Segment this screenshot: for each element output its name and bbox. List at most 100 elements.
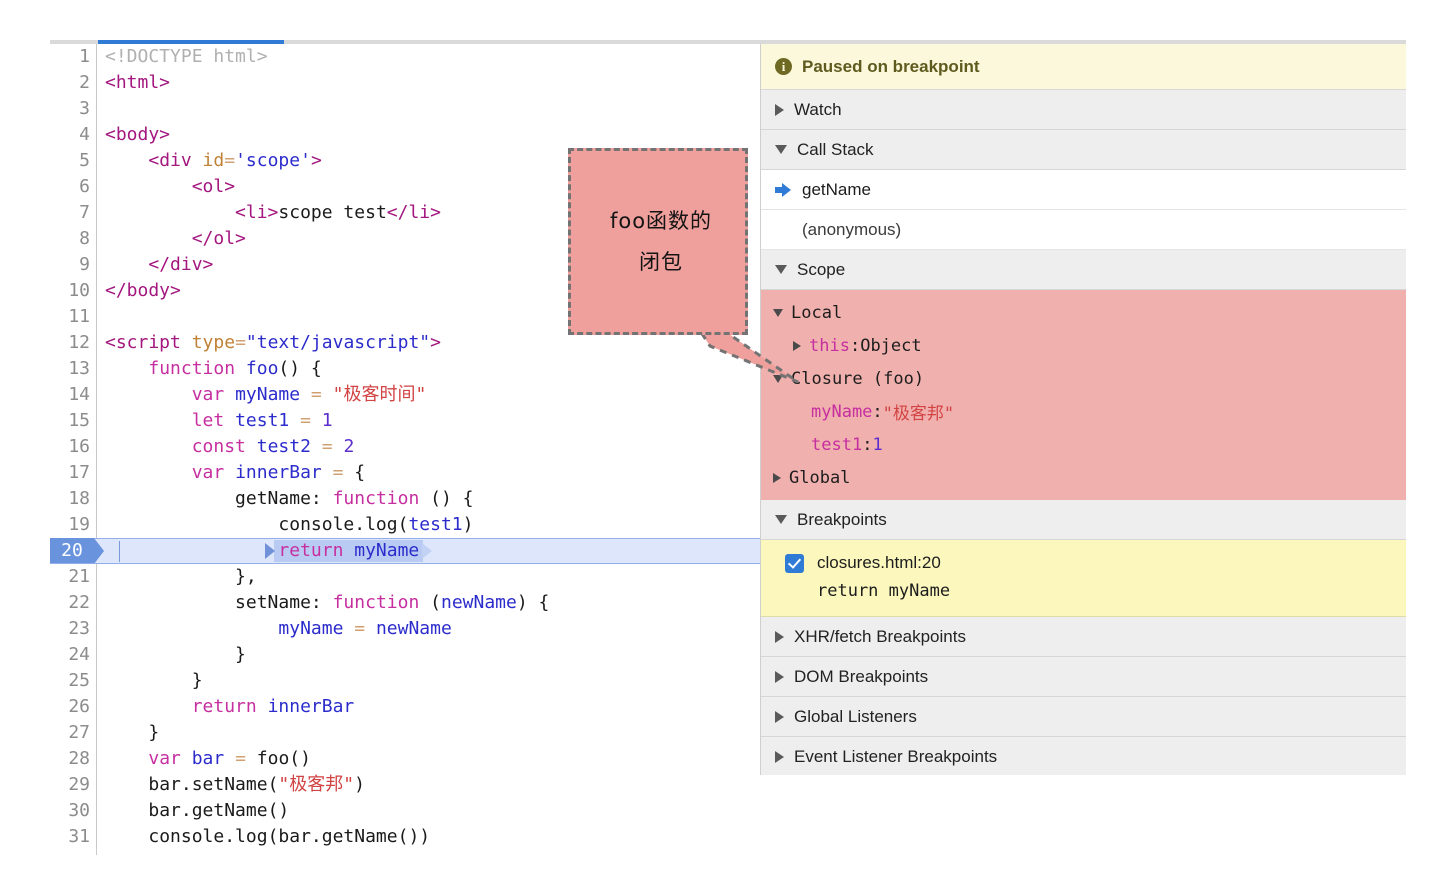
- line-number[interactable]: 7: [50, 200, 90, 226]
- code-line[interactable]: 21 },: [50, 564, 760, 590]
- code-line[interactable]: 27 }: [50, 720, 760, 746]
- breakpoint-list-item[interactable]: closures.html:20 return myName: [761, 540, 1406, 617]
- chevron-right-icon: [775, 671, 784, 683]
- line-number[interactable]: 29: [50, 772, 90, 798]
- line-number[interactable]: 24: [50, 642, 90, 668]
- code-line[interactable]: 18 getName: function () {: [50, 486, 760, 512]
- scope-tree[interactable]: Localthis: ObjectClosure (foo)myName: "极…: [761, 290, 1406, 500]
- scope-entry[interactable]: Closure (foo): [761, 362, 1406, 395]
- code-line[interactable]: 4<body>: [50, 122, 760, 148]
- code-line[interactable]: 25 }: [50, 668, 760, 694]
- debugger-sidebar[interactable]: i Paused on breakpoint Watch Call Stack …: [760, 44, 1406, 775]
- section-event-listener-breakpoints[interactable]: Event Listener Breakpoints: [761, 737, 1406, 775]
- chevron-down-icon[interactable]: [773, 309, 783, 317]
- scope-entry[interactable]: myName: "极客邦": [761, 395, 1406, 428]
- code-line[interactable]: 29 bar.setName("极客邦"): [50, 772, 760, 798]
- line-number[interactable]: 22: [50, 590, 90, 616]
- code-line[interactable]: 13 function foo() {: [50, 356, 760, 382]
- code-token: innerBar: [235, 462, 333, 483]
- code-line[interactable]: 22 setName: function (newName) {: [50, 590, 760, 616]
- scope-entry[interactable]: Global: [761, 461, 1406, 494]
- section-dom-breakpoints[interactable]: DOM Breakpoints: [761, 657, 1406, 697]
- line-number[interactable]: 9: [50, 252, 90, 278]
- line-number[interactable]: 5: [50, 148, 90, 174]
- line-number[interactable]: 16: [50, 434, 90, 460]
- line-number[interactable]: 10: [50, 278, 90, 304]
- line-number[interactable]: 30: [50, 798, 90, 824]
- line-number[interactable]: 19: [50, 512, 90, 538]
- code-line-text: var innerBar = {: [105, 460, 365, 486]
- line-number[interactable]: 11: [50, 304, 90, 330]
- code-token: myName: [235, 384, 311, 405]
- line-number[interactable]: 4: [50, 122, 90, 148]
- section-breakpoints[interactable]: Breakpoints: [761, 500, 1406, 540]
- code-line-text: const test2 = 2: [105, 434, 354, 460]
- code-line[interactable]: 23 myName = newName: [50, 616, 760, 642]
- line-number[interactable]: 2: [50, 70, 90, 96]
- code-line[interactable]: 28 var bar = foo(): [50, 746, 760, 772]
- line-number[interactable]: 20: [50, 538, 94, 564]
- section-watch-label: Watch: [794, 100, 842, 120]
- call-stack-frame-anonymous[interactable]: (anonymous): [761, 210, 1406, 250]
- code-line-text: var myName = "极客时间": [105, 382, 426, 408]
- section-scope[interactable]: Scope: [761, 250, 1406, 290]
- line-number[interactable]: 21: [50, 564, 90, 590]
- line-number[interactable]: 14: [50, 382, 90, 408]
- code-token: const: [192, 436, 257, 457]
- code-line-text: bar.setName("极客邦"): [105, 772, 365, 798]
- code-line[interactable]: 16 const test2 = 2: [50, 434, 760, 460]
- call-stack-frame-getname[interactable]: getName: [761, 170, 1406, 210]
- code-token: newName: [441, 592, 517, 613]
- line-number[interactable]: 17: [50, 460, 90, 486]
- code-token: var: [148, 748, 191, 769]
- code-line[interactable]: 24 }: [50, 642, 760, 668]
- line-number[interactable]: 13: [50, 356, 90, 382]
- code-line-text: return innerBar: [105, 694, 354, 720]
- code-token: "极客邦": [278, 774, 354, 795]
- breakpoint-code-snippet: return myName: [761, 577, 1406, 605]
- code-line[interactable]: 31 console.log(bar.getName()): [50, 824, 760, 850]
- section-call-stack[interactable]: Call Stack: [761, 130, 1406, 170]
- scope-entry[interactable]: test1: 1: [761, 428, 1406, 461]
- line-number[interactable]: 31: [50, 824, 90, 850]
- code-line[interactable]: 15 let test1 = 1: [50, 408, 760, 434]
- section-watch[interactable]: Watch: [761, 90, 1406, 130]
- code-token: myName: [278, 618, 354, 639]
- line-number[interactable]: 28: [50, 746, 90, 772]
- code-line[interactable]: 26 return innerBar: [50, 694, 760, 720]
- code-line[interactable]: 3: [50, 96, 760, 122]
- line-number[interactable]: 12: [50, 330, 90, 356]
- line-number[interactable]: 6: [50, 174, 90, 200]
- code-token: innerBar: [268, 696, 355, 717]
- scope-entry-name: myName: [811, 402, 872, 422]
- line-number[interactable]: 3: [50, 96, 90, 122]
- line-number[interactable]: 23: [50, 616, 90, 642]
- code-line[interactable]: 30 bar.getName(): [50, 798, 760, 824]
- line-number[interactable]: 1: [50, 44, 90, 70]
- section-global-listeners[interactable]: Global Listeners: [761, 697, 1406, 737]
- code-line-text: <!DOCTYPE html>: [105, 44, 268, 70]
- code-line[interactable]: 17 var innerBar = {: [50, 460, 760, 486]
- code-token: =: [333, 462, 355, 483]
- code-line[interactable]: 20 return myName: [50, 538, 760, 564]
- code-line[interactable]: 1 <!DOCTYPE html>: [50, 44, 760, 70]
- code-token: </body>: [105, 280, 181, 301]
- scope-entry[interactable]: Local: [761, 296, 1406, 329]
- section-call-stack-label: Call Stack: [797, 140, 874, 160]
- line-number[interactable]: 8: [50, 226, 90, 252]
- chevron-right-icon[interactable]: [793, 341, 801, 351]
- scope-entry[interactable]: this: Object: [761, 329, 1406, 362]
- line-number[interactable]: 15: [50, 408, 90, 434]
- code-line[interactable]: 2<html>: [50, 70, 760, 96]
- chevron-right-icon[interactable]: [773, 473, 781, 483]
- line-number[interactable]: 18: [50, 486, 90, 512]
- section-breakpoints-label: Breakpoints: [797, 510, 887, 530]
- section-xhr-fetch-breakpoints[interactable]: XHR/fetch Breakpoints: [761, 617, 1406, 657]
- line-number[interactable]: 27: [50, 720, 90, 746]
- breakpoint-checkbox[interactable]: [785, 554, 804, 573]
- chevron-down-icon[interactable]: [773, 375, 783, 383]
- code-line[interactable]: 14 var myName = "极客时间": [50, 382, 760, 408]
- code-line[interactable]: 19 console.log(test1): [50, 512, 760, 538]
- line-number[interactable]: 26: [50, 694, 90, 720]
- line-number[interactable]: 25: [50, 668, 90, 694]
